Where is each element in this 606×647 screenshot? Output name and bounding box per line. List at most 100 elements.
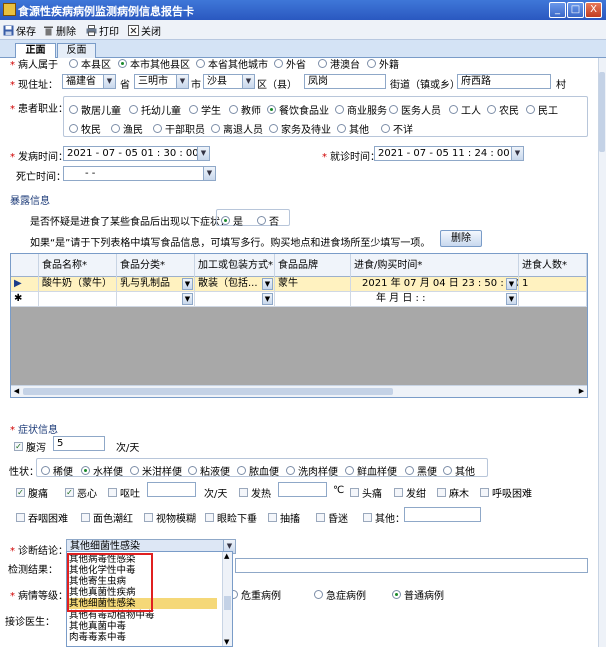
tab-back[interactable]: 反面 bbox=[57, 43, 96, 58]
exposure-radio-yes[interactable]: 是 bbox=[221, 213, 243, 228]
occupation-radio[interactable]: 工人 bbox=[449, 102, 481, 117]
dropdown-option[interactable]: 肉毒毒素中毒 bbox=[69, 632, 126, 643]
district-select[interactable]: 沙县 ▼ bbox=[203, 74, 255, 89]
scroll-thumb[interactable] bbox=[23, 388, 393, 395]
close-button[interactable]: 关闭 bbox=[128, 23, 161, 38]
food-category-cell[interactable]: ▼ bbox=[117, 292, 195, 307]
panel-scroll-thumb[interactable] bbox=[599, 72, 605, 152]
severity-radio-acute[interactable]: 急症病例 bbox=[314, 587, 366, 602]
column-header[interactable]: 食品品牌 bbox=[275, 254, 351, 277]
scroll-up-icon[interactable]: ▲ bbox=[224, 552, 229, 560]
dyspnea-checkbox[interactable]: 呼吸困难 bbox=[480, 485, 532, 500]
occupation-radio[interactable]: 干部职员 bbox=[153, 121, 205, 136]
column-header[interactable]: 加工或包装方式* bbox=[195, 254, 275, 277]
severity-radio-normal[interactable]: 普通病例 bbox=[392, 587, 444, 602]
column-header[interactable]: 食品分类* bbox=[117, 254, 195, 277]
scroll-left-icon[interactable]: ◀ bbox=[12, 387, 21, 396]
save-button[interactable]: 保存 bbox=[3, 23, 36, 38]
exposure-radio-no[interactable]: 否 bbox=[257, 213, 279, 228]
grid-horizontal-scrollbar[interactable]: ◀ ▶ bbox=[11, 385, 587, 397]
occupation-radio[interactable]: 商业服务 bbox=[335, 102, 387, 117]
scroll-thumb[interactable] bbox=[224, 596, 231, 610]
eater-count-cell[interactable] bbox=[519, 292, 587, 307]
severity-radio-critical[interactable]: 危重病例 bbox=[229, 587, 281, 602]
fever-temp-field[interactable] bbox=[278, 482, 327, 497]
dropdown-scrollbar[interactable]: ▲ ▼ bbox=[222, 552, 232, 646]
minimize-button[interactable]: _ bbox=[549, 2, 566, 18]
stool-radio[interactable]: 洗肉样便 bbox=[286, 463, 338, 478]
other-symptom-checkbox[interactable]: 其他： bbox=[363, 510, 405, 525]
print-button[interactable]: 打印 bbox=[86, 23, 119, 38]
diarrhea-count-field[interactable]: 5 bbox=[53, 436, 105, 451]
occupation-radio-selected[interactable]: 餐饮食品业 bbox=[267, 102, 329, 117]
other-symptom-field[interactable] bbox=[404, 507, 481, 522]
death-time-picker[interactable]: - - ▼ bbox=[63, 166, 216, 181]
eat-time-cell[interactable]: 2021 年 07 月 04 日 23 : 50 : 00 ▼ bbox=[351, 277, 519, 292]
origin-radio-other-city[interactable]: 本省其他城市 bbox=[196, 58, 268, 71]
scroll-right-icon[interactable]: ▶ bbox=[577, 387, 586, 396]
table-row[interactable]: ▶ 酸牛奶（蒙牛） 乳与乳制品 ▼ 散装（包括... ▼ 蒙牛 2021 年 07 … bbox=[11, 277, 587, 292]
abdominal-pain-checkbox[interactable]: ✓ 腹痛 bbox=[16, 485, 48, 500]
occupation-radio[interactable]: 托幼儿童 bbox=[129, 102, 181, 117]
origin-radio-hk-macau-tw[interactable]: 港澳台 bbox=[318, 58, 360, 71]
stool-radio[interactable]: 其他 bbox=[443, 463, 475, 478]
numbness-checkbox[interactable]: 麻木 bbox=[437, 485, 469, 500]
blurred-vision-checkbox[interactable]: 视物模糊 bbox=[144, 510, 196, 525]
column-header[interactable]: 进食/购买时间* bbox=[351, 254, 519, 277]
stool-radio[interactable]: 黑便 bbox=[405, 463, 437, 478]
delete-row-button[interactable]: 删除 bbox=[440, 230, 482, 247]
fever-checkbox[interactable]: 发热 bbox=[239, 485, 271, 500]
occupation-radio[interactable]: 牧民 bbox=[69, 121, 101, 136]
dysphagia-checkbox[interactable]: 吞咽困难 bbox=[16, 510, 68, 525]
column-header[interactable]: 食品名称* bbox=[39, 254, 117, 277]
tab-front[interactable]: 正面 bbox=[15, 43, 56, 59]
origin-radio-other-province[interactable]: 外省 bbox=[274, 58, 306, 71]
stool-radio[interactable]: 粘液便 bbox=[188, 463, 230, 478]
vomit-checkbox[interactable]: 呕吐 bbox=[108, 485, 140, 500]
coma-checkbox[interactable]: 昏迷 bbox=[316, 510, 348, 525]
food-brand-cell[interactable] bbox=[275, 292, 351, 307]
food-brand-cell[interactable]: 蒙牛 bbox=[275, 277, 351, 292]
vomit-count-field[interactable] bbox=[147, 482, 196, 497]
occupation-radio[interactable]: 教师 bbox=[229, 102, 261, 117]
occupation-radio[interactable]: 民工 bbox=[526, 102, 558, 117]
column-header[interactable]: 进食人数* bbox=[519, 254, 587, 277]
eat-time-cell[interactable]: 年 月 日 : : ▼ bbox=[351, 292, 519, 307]
food-name-cell[interactable]: 酸牛奶（蒙牛） bbox=[39, 277, 117, 292]
close-window-button[interactable]: X bbox=[585, 2, 602, 18]
visit-time-picker[interactable]: 2021 - 07 - 05 11 : 24 : 00 ▼ bbox=[374, 146, 524, 161]
scroll-down-icon[interactable]: ▼ bbox=[224, 638, 229, 646]
occupation-radio[interactable]: 其他 bbox=[337, 121, 369, 136]
food-name-cell[interactable] bbox=[39, 292, 117, 307]
table-row-new[interactable]: ✱ ▼ ▼ 年 月 日 : : ▼ bbox=[11, 292, 587, 307]
occupation-radio[interactable]: 不详 bbox=[381, 121, 413, 136]
city-select[interactable]: 三明市 ▼ bbox=[134, 74, 189, 89]
convulsion-checkbox[interactable]: 抽搐 bbox=[268, 510, 300, 525]
cyanosis-checkbox[interactable]: 发绀 bbox=[394, 485, 426, 500]
stool-radio[interactable]: 米泔样便 bbox=[130, 463, 182, 478]
origin-radio-foreign[interactable]: 外籍 bbox=[367, 58, 399, 71]
stool-radio[interactable]: 脓血便 bbox=[237, 463, 279, 478]
town-field[interactable]: 凤岗 bbox=[304, 74, 386, 89]
lab-result-field[interactable] bbox=[235, 558, 588, 573]
processing-method-cell[interactable]: 散装（包括... ▼ bbox=[195, 277, 275, 292]
delete-button[interactable]: 删除 bbox=[43, 23, 76, 38]
flushing-checkbox[interactable]: 面色潮红 bbox=[81, 510, 133, 525]
diarrhea-checkbox[interactable]: ✓ 腹泻 bbox=[14, 439, 46, 454]
ptosis-checkbox[interactable]: 眼睑下垂 bbox=[205, 510, 257, 525]
headache-checkbox[interactable]: 头痛 bbox=[350, 485, 382, 500]
province-select[interactable]: 福建省 ▼ bbox=[62, 74, 116, 89]
street-field[interactable]: 府西路 bbox=[457, 74, 551, 89]
occupation-radio[interactable]: 农民 bbox=[487, 102, 519, 117]
dropdown-option[interactable]: 其他真菌中毒 bbox=[69, 621, 126, 632]
occupation-radio[interactable]: 学生 bbox=[189, 102, 221, 117]
origin-radio-other-county[interactable]: 本市其他县区 bbox=[118, 58, 190, 71]
eater-count-cell[interactable]: 1 bbox=[519, 277, 587, 292]
nausea-checkbox[interactable]: ✓ 恶心 bbox=[65, 485, 97, 500]
onset-time-picker[interactable]: 2021 - 07 - 05 01 : 30 : 00 ▼ bbox=[63, 146, 210, 161]
stool-radio[interactable]: 稀便 bbox=[41, 463, 73, 478]
stool-radio-selected[interactable]: 水样便 bbox=[81, 463, 123, 478]
occupation-radio[interactable]: 离退人员 bbox=[211, 121, 263, 136]
occupation-radio[interactable]: 散居儿童 bbox=[69, 102, 121, 117]
processing-method-cell[interactable]: ▼ bbox=[195, 292, 275, 307]
